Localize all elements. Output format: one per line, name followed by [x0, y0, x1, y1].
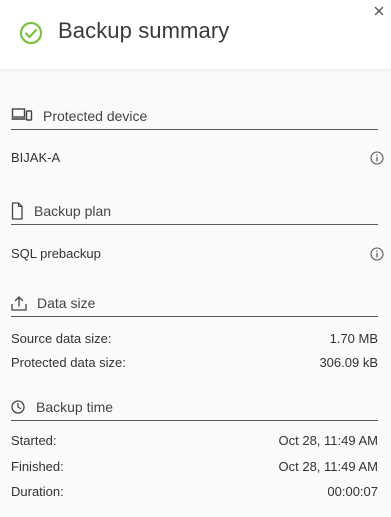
devices-icon — [11, 108, 33, 121]
source-size-label: Source data size: — [11, 331, 112, 346]
check-circle-icon — [19, 21, 43, 45]
protected-size-row: Protected data size: 306.09 kB — [11, 354, 378, 372]
info-icon[interactable] — [370, 151, 384, 165]
section-data-size: Data size — [11, 294, 378, 317]
document-icon — [11, 202, 23, 220]
summary-header: Backup summary — [0, 0, 391, 69]
section-label: Data size — [37, 295, 96, 311]
section-protected-device: Protected device — [11, 107, 378, 130]
info-icon[interactable] — [370, 247, 384, 261]
protected-size-label: Protected data size: — [11, 355, 126, 370]
plan-row: SQL prebackup — [11, 245, 378, 263]
section-backup-time: Backup time — [11, 398, 378, 421]
started-value: Oct 28, 11:49 AM — [278, 433, 378, 448]
upload-icon — [11, 296, 27, 311]
page-title: Backup summary — [58, 18, 230, 43]
finished-row: Finished: Oct 28, 11:49 AM — [11, 458, 378, 476]
finished-value: Oct 28, 11:49 AM — [278, 459, 378, 474]
device-row: BIJAK-A — [11, 149, 378, 167]
started-row: Started: Oct 28, 11:49 AM — [11, 432, 378, 450]
plan-name: SQL prebackup — [11, 246, 101, 261]
clock-icon — [11, 400, 25, 414]
close-icon[interactable] — [372, 4, 386, 18]
finished-label: Finished: — [11, 459, 64, 474]
source-size-row: Source data size: 1.70 MB — [11, 330, 378, 348]
started-label: Started: — [11, 433, 57, 448]
section-label: Backup time — [36, 399, 114, 415]
duration-label: Duration: — [11, 484, 64, 499]
section-label: Backup plan — [34, 203, 112, 219]
device-name: BIJAK-A — [11, 150, 61, 165]
duration-value: 00:00:07 — [327, 484, 378, 499]
duration-row: Duration: 00:00:07 — [11, 483, 378, 501]
section-label: Protected device — [43, 108, 148, 124]
source-size-value: 1.70 MB — [329, 331, 378, 346]
section-backup-plan: Backup plan — [11, 202, 378, 225]
protected-size-value: 306.09 kB — [319, 355, 378, 370]
